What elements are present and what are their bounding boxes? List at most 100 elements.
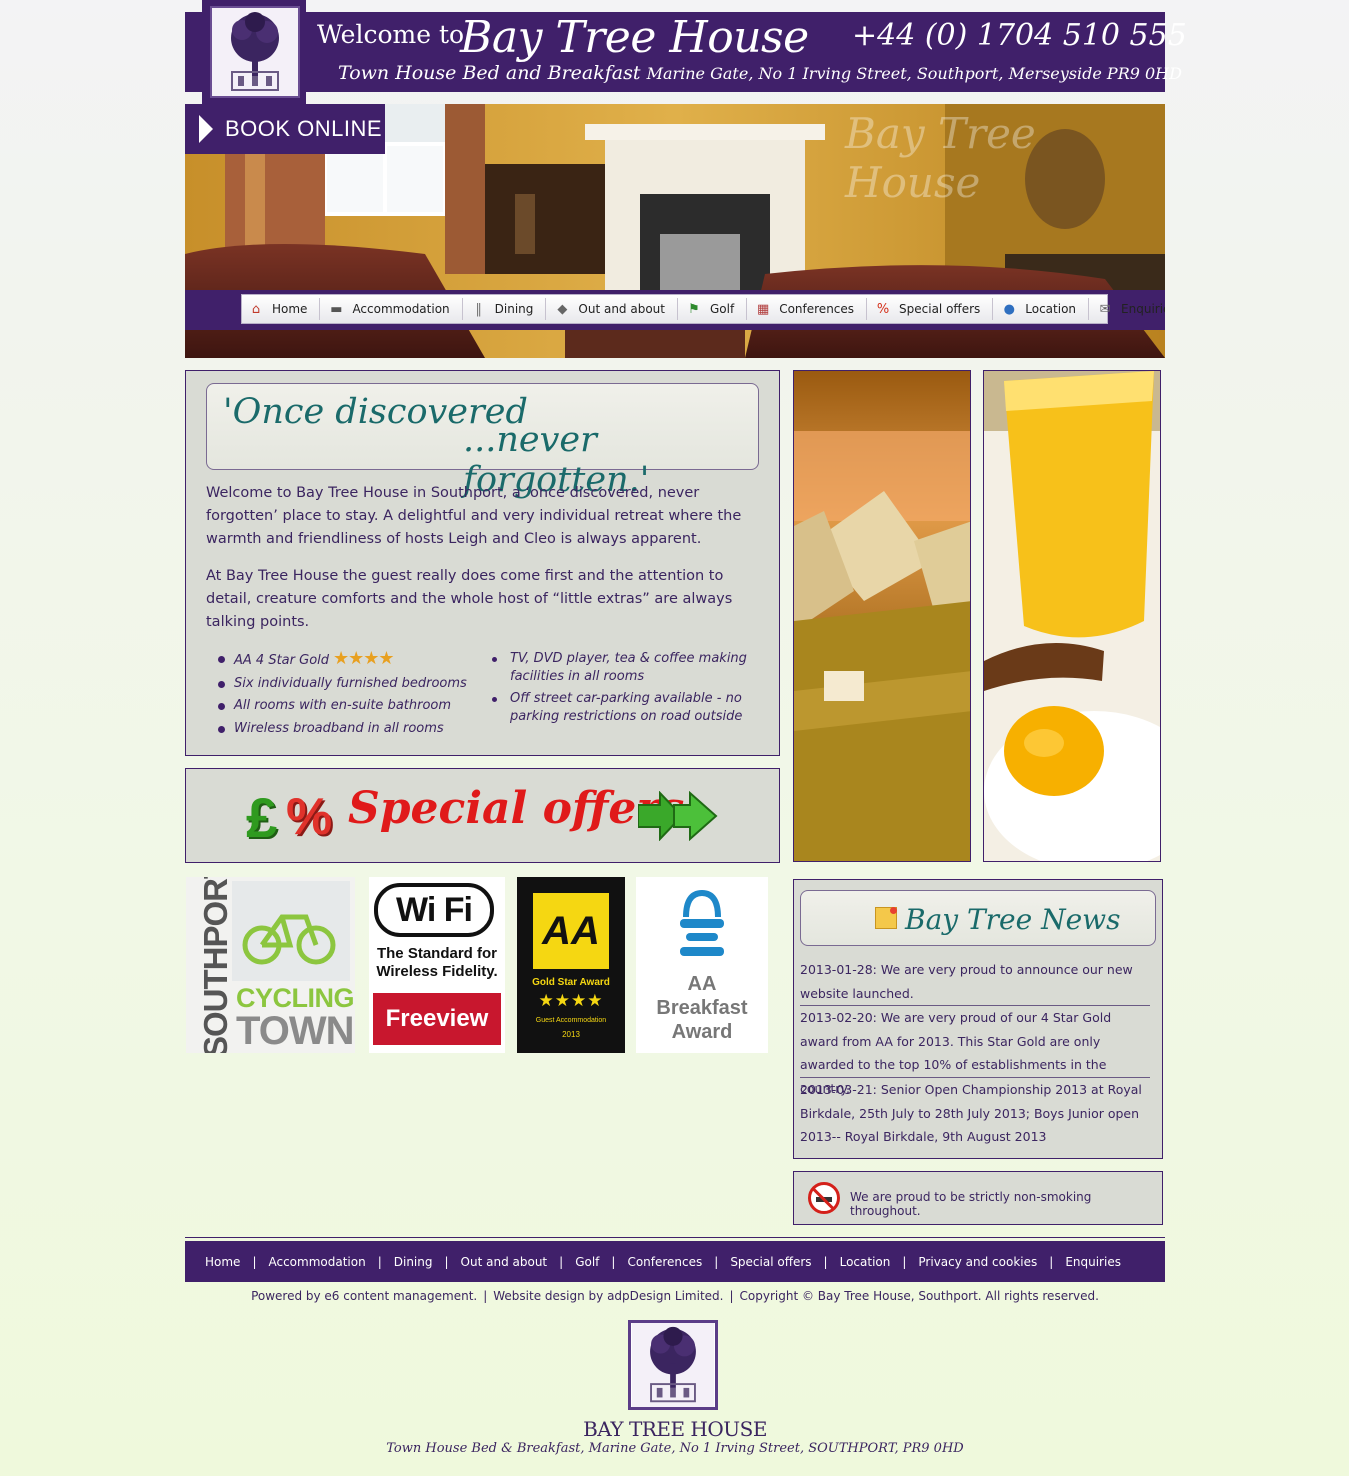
welcome-text: Welcome to — [317, 20, 465, 49]
logo-frame[interactable] — [202, 0, 306, 104]
non-smoking-text: We are proud to be strictly non-smoking … — [850, 1190, 1092, 1218]
powered-by-link[interactable]: Powered by e6 content management. — [251, 1289, 477, 1303]
news-item[interactable]: 2013-03-21: Senior Open Championship 201… — [800, 1078, 1150, 1149]
footer-separator: | — [823, 1254, 828, 1269]
credits-separator: | — [483, 1289, 488, 1303]
news-item[interactable]: 2013-02-20: We are very proud of our 4 S… — [800, 1006, 1150, 1096]
footer-link-special-offers[interactable]: Special offers — [730, 1255, 811, 1269]
book-online-label: BOOK ONLINE — [225, 116, 383, 141]
bedroom-photo — [793, 370, 971, 862]
intro-paragraph-2: At Bay Tree House the guest really does … — [206, 568, 733, 630]
breakfast-award-icon — [680, 889, 724, 956]
list-item: Off street car-parking available - no pa… — [492, 690, 762, 726]
list-item: TV, DVD player, tea & coffee making faci… — [492, 650, 762, 686]
footer-separator: | — [559, 1254, 564, 1269]
double-arrow-icon — [638, 791, 718, 841]
phone-number[interactable]: +44 (0) 1704 510 555 — [852, 18, 1187, 53]
tagline-text: Town House Bed and Breakfast — [338, 62, 641, 84]
bay-tree-logo-icon[interactable] — [210, 6, 300, 98]
breakfast-line1: Breakfast — [656, 997, 748, 1019]
footer-link-privacy[interactable]: Privacy and cookies — [918, 1255, 1037, 1269]
header-address: Marine Gate, No 1 Irving Street, Southpo… — [646, 64, 1182, 83]
quote-box: 'Once discovered ...never forgotten.' — [206, 383, 759, 500]
header-tagline: Town House Bed and Breakfast Marine Gate… — [338, 62, 1182, 84]
nav-label: Special offers — [899, 302, 981, 316]
nav-label: Enquiries — [1121, 302, 1165, 316]
aa-logo-text: AA — [542, 908, 600, 953]
news-panel: Bay Tree News 2013-01-28: We are very pr… — [793, 879, 1163, 1159]
star-rating-icon: ★★★★ — [333, 648, 395, 669]
footer-separator: | — [902, 1254, 907, 1269]
list-item: Wireless broadband in all rooms — [216, 720, 467, 738]
no-smoking-icon — [808, 1182, 840, 1214]
nav-item-home[interactable]: ⌂ Home — [248, 298, 321, 320]
news-header: Bay Tree News — [800, 890, 1156, 946]
news-title: Bay Tree News — [905, 903, 1121, 936]
nav-item-location[interactable]: ● Location — [1001, 298, 1090, 320]
nav-label: Golf — [710, 302, 735, 316]
footer-link-golf[interactable]: Golf — [575, 1255, 599, 1269]
nav-label: Location — [1025, 302, 1077, 316]
hero-banner: Bay Tree House BOOK ONLINE ⌂ Home ▬ Accomm… — [185, 104, 1165, 358]
footer-nav: Home | Accommodation | Dining | Out and abo… — [185, 1241, 1165, 1282]
list-item: Six individually furnished bedrooms — [216, 675, 467, 693]
freeview-logo: Freeview — [373, 993, 501, 1045]
footer-separator: | — [611, 1254, 616, 1269]
nav-item-out-and-about[interactable]: ◆ Out and about — [554, 298, 678, 320]
pin-icon: ● — [1003, 301, 1015, 317]
non-smoking-notice: We are proud to be strictly non-smoking … — [793, 1171, 1163, 1225]
nav-label: Dining — [494, 302, 534, 316]
news-item[interactable]: 2013-01-28: We are very proud to announc… — [800, 958, 1150, 1006]
badge-town-text: TOWN — [236, 1009, 354, 1053]
aa-sub-text: Guest Accommodation — [535, 1017, 607, 1024]
footer-link-conferences[interactable]: Conferences — [627, 1255, 702, 1269]
signpost-icon: ◆ — [557, 301, 568, 317]
home-icon: ⌂ — [251, 301, 261, 317]
credits-separator: | — [729, 1289, 734, 1303]
footer-credits: Powered by e6 content management. | Websit… — [185, 1289, 1165, 1303]
nav-label: Home — [272, 302, 308, 316]
breakfast-photo — [983, 370, 1161, 862]
nav-item-golf[interactable]: ⚑ Golf — [686, 298, 748, 320]
aa-breakfast-award-badge[interactable]: AA Breakfast Award — [636, 877, 768, 1053]
footer-link-location[interactable]: Location — [840, 1255, 891, 1269]
freeview-text: Freeview — [385, 1005, 489, 1032]
breakfast-aa-text: AA — [687, 973, 717, 995]
feature-text: AA 4 Star Gold — [234, 653, 330, 668]
intro-paragraph-1: Welcome to Bay Tree House in Southport, … — [206, 485, 742, 547]
aa-year-text: 2013 — [562, 1030, 580, 1039]
southport-cycling-town-badge[interactable]: SOUTHPORT CYCLING TOWN — [186, 877, 355, 1053]
brand-name: Bay Tree House — [460, 12, 809, 63]
website-design-link[interactable]: Website design by adpDesign Limited. — [493, 1289, 723, 1303]
nav-item-dining[interactable]: ‖ Dining — [471, 298, 547, 320]
nav-item-conferences[interactable]: ▦ Conferences — [755, 298, 868, 320]
footer-separator: | — [444, 1254, 449, 1269]
nav-item-accommodation[interactable]: ▬ Accommodation — [328, 298, 463, 320]
sticky-note-icon — [875, 907, 897, 929]
nav-item-enquiries[interactable]: ✉ Enquiries — [1097, 298, 1165, 320]
nav-label: Accommodation — [352, 302, 450, 316]
pound-icon: £ — [246, 786, 278, 849]
footer-link-out-and-about[interactable]: Out and about — [461, 1255, 548, 1269]
badge-southport-text: SOUTHPORT — [197, 877, 234, 1053]
nav-item-special-offers[interactable]: % Special offers — [875, 298, 994, 320]
features-list-right: TV, DVD player, tea & coffee making faci… — [492, 650, 762, 730]
hero-watermark: Bay Tree House — [845, 109, 1036, 207]
special-offers-banner[interactable]: £ % Special offers — [185, 768, 780, 863]
golf-flag-icon: ⚑ — [688, 301, 700, 317]
book-online-button[interactable]: BOOK ONLINE — [185, 104, 385, 154]
play-arrow-icon — [199, 115, 213, 143]
footer-link-accommodation[interactable]: Accommodation — [268, 1255, 365, 1269]
footer-link-home[interactable]: Home — [205, 1255, 240, 1269]
wifi-freeview-badge[interactable]: Wi Fi The Standard for Wireless Fidelity… — [369, 877, 505, 1053]
aa-stars-icon: ★★★★ — [538, 991, 604, 1011]
footer-divider — [185, 1237, 1165, 1238]
envelope-icon: ✉ — [1099, 301, 1111, 317]
percent-icon: % — [286, 788, 333, 846]
footer-link-enquiries[interactable]: Enquiries — [1065, 1255, 1121, 1269]
aa-gold-star-badge[interactable]: AA Gold Star Award ★★★★ Guest Accommodat… — [517, 877, 625, 1053]
aa-award-text: Gold Star Award — [532, 977, 610, 988]
footer-logo-icon[interactable] — [628, 1320, 718, 1410]
footer-link-dining[interactable]: Dining — [394, 1255, 433, 1269]
percent-icon: % — [876, 301, 890, 317]
